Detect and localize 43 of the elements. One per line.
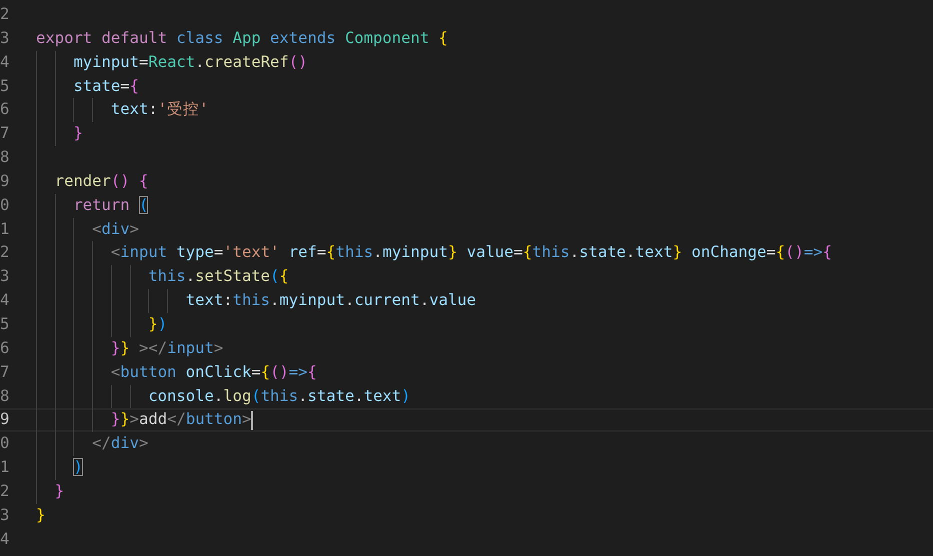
line-number: 3 (0, 28, 10, 49)
line-number: 1 (0, 457, 10, 478)
code-line: <input type='text' ref={this.myinput} value={this.state.text} onChange={()=>{ (110, 242, 832, 264)
code-line: } (36, 504, 46, 526)
line-number: 8 (0, 147, 10, 168)
line-number: 0 (0, 433, 10, 454)
line-number: 3 (0, 266, 10, 288)
code-line: </div> (92, 433, 148, 454)
code-line: }}>add</button> (110, 409, 252, 430)
code-line: myinput=React.createRef() (73, 52, 308, 73)
code-line: text:this.myinput.current.value (186, 290, 476, 312)
code-line: state={ (73, 76, 139, 97)
code-line: } (73, 123, 83, 144)
code-line: ) (73, 457, 83, 478)
code-line: render() { (54, 170, 148, 192)
line-number: 6 (0, 99, 10, 120)
line-number: 8 (0, 386, 10, 406)
line-number: 2 (0, 4, 10, 25)
code-line: }) (148, 314, 168, 335)
line-number: 4 (0, 290, 10, 312)
code-line: export default class App extends Component { (36, 28, 448, 49)
line-number: 9 (0, 170, 10, 192)
code-line: return ( (73, 194, 148, 216)
line-number: 3 (0, 504, 10, 526)
line-number: 4 (0, 52, 10, 73)
line-number: 2 (0, 480, 10, 502)
code-line: <button onClick={()=>{ (110, 362, 317, 383)
code-line: <div> (92, 218, 139, 240)
line-number: 2 (0, 242, 10, 264)
line-number: 0 (0, 194, 10, 216)
line-number: 7 (0, 123, 10, 144)
code-line: text:'受控' (110, 99, 208, 120)
code-line: }} ></input> (110, 338, 224, 359)
line-number: 6 (0, 338, 10, 359)
line-number: 5 (0, 76, 10, 97)
code-line: } (54, 480, 64, 502)
line-number: 9 (0, 409, 10, 430)
line-number: 1 (0, 218, 10, 240)
code-line: console.log(this.state.text) (148, 386, 411, 406)
line-number: 4 (0, 528, 10, 550)
line-number: 5 (0, 314, 10, 335)
code-line: this.setState({ (148, 266, 289, 288)
line-number: 7 (0, 362, 10, 383)
